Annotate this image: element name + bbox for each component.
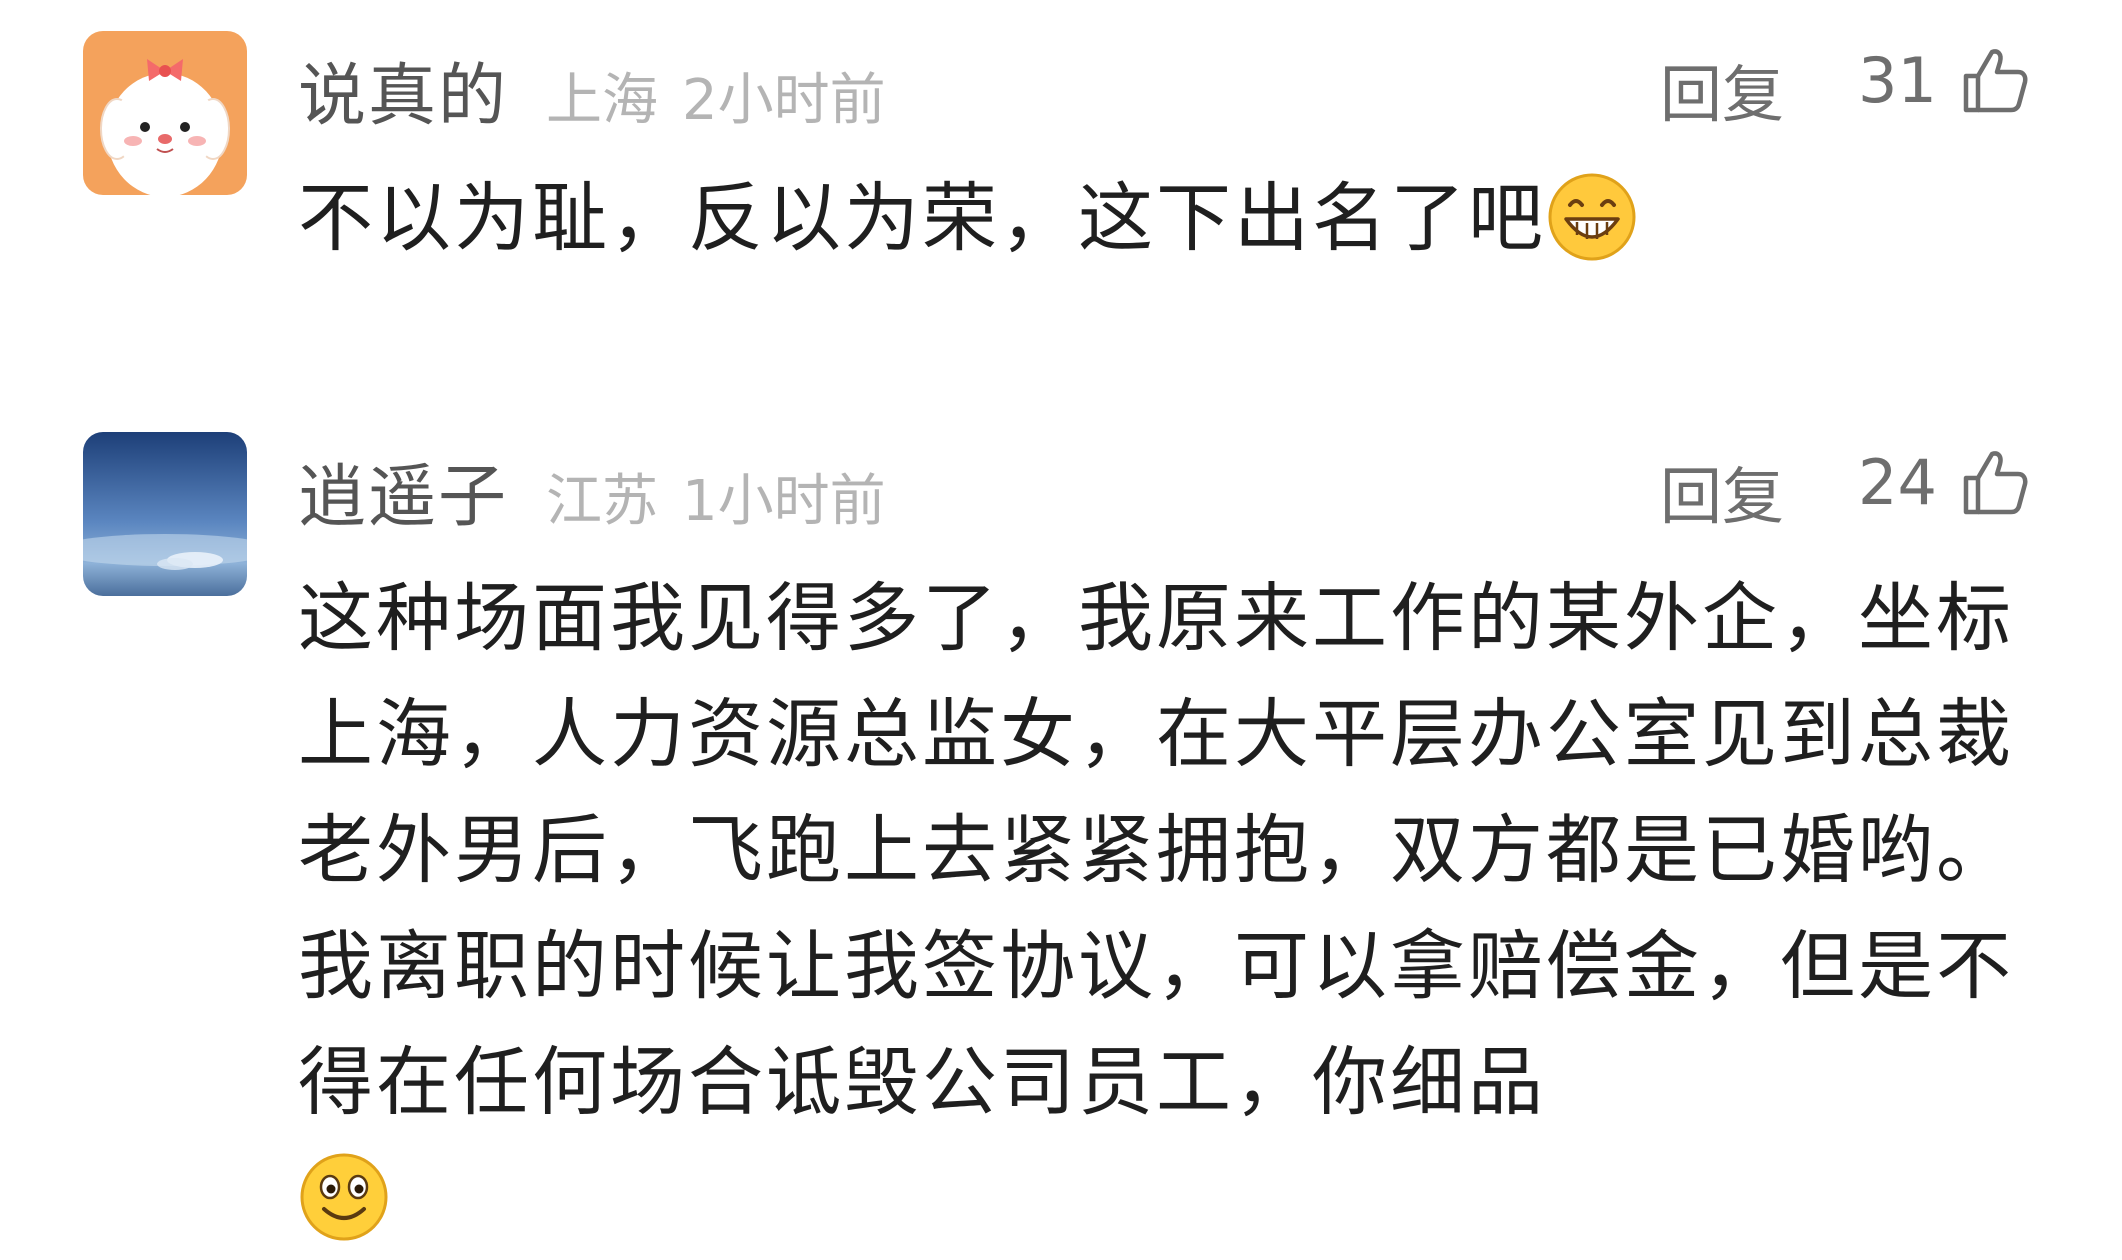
comment-text: 这种场面我见得多了，我原来工作的某外企，坐标上海，人力资源总监女，在大平层办公室… — [298, 574, 2015, 1126]
reply-button[interactable]: 回复 — [1660, 44, 1784, 134]
cartoon-dog-avatar-icon — [83, 31, 247, 195]
comment-meta: 逍遥子 江苏 1小时前 — [298, 441, 886, 537]
like-count: 31 — [1858, 44, 1937, 117]
thumbs-up-icon[interactable] — [1958, 44, 2030, 116]
comment-time: 1小时前 — [682, 469, 886, 534]
user-avatar[interactable] — [83, 432, 247, 596]
comment-text: 不以为耻，反以为荣，这下出名了吧 — [298, 174, 1547, 262]
grinning-face-emoji — [1548, 173, 1636, 261]
comment-meta: 说真的 上海 2小时前 — [298, 40, 886, 136]
comment-body: 不以为耻，反以为荣，这下出名了吧 — [298, 160, 2038, 276]
user-location: 江苏 — [546, 469, 659, 534]
reply-button[interactable]: 回复 — [1660, 446, 1784, 536]
comment-body: 这种场面我见得多了，我原来工作的某外企，坐标上海，人力资源总监女，在大平层办公室… — [298, 560, 2038, 1256]
like-count: 24 — [1858, 446, 1937, 519]
user-avatar[interactable] — [83, 31, 247, 195]
smiling-face-emoji — [300, 1153, 388, 1241]
user-location: 上海 — [546, 68, 659, 133]
username[interactable]: 说真的 — [298, 40, 508, 139]
username[interactable]: 逍遥子 — [298, 441, 508, 540]
sky-landscape-avatar-icon — [83, 432, 247, 596]
comment-time: 2小时前 — [682, 68, 886, 133]
thumbs-up-icon[interactable] — [1958, 446, 2030, 518]
